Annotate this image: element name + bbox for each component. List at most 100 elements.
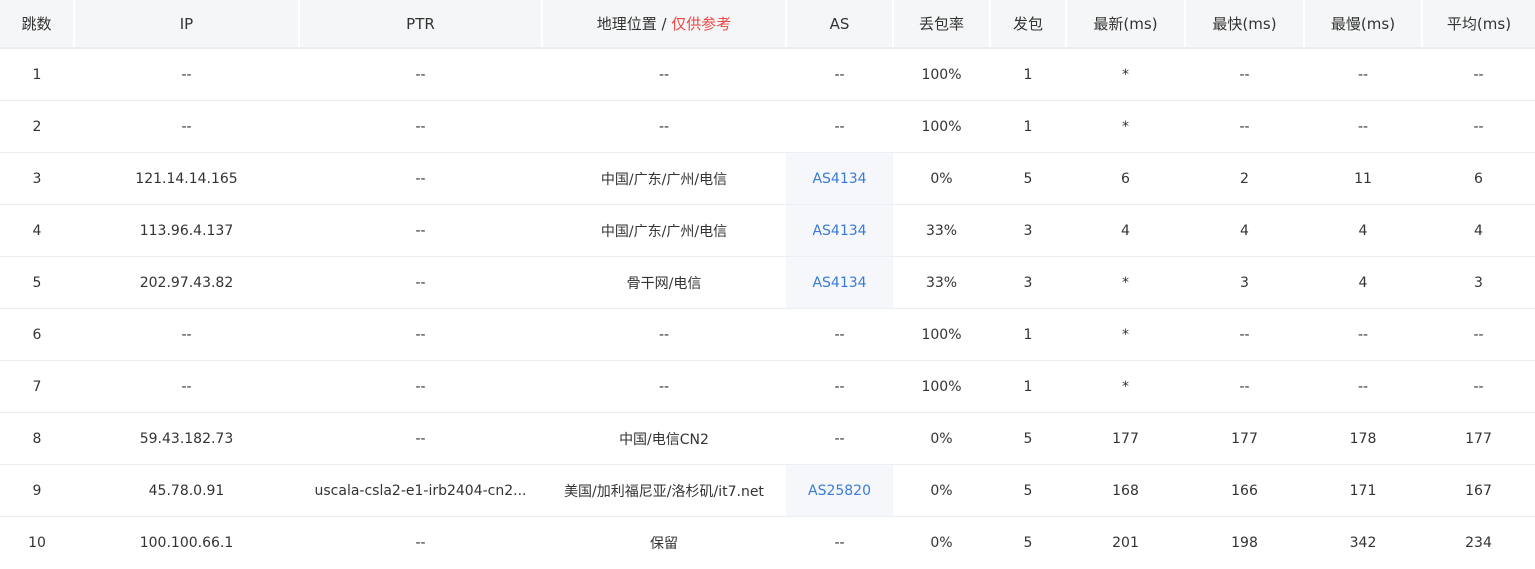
cell-hop: 5: [0, 256, 74, 309]
cell-hop: 10: [28, 534, 46, 551]
cell-as: --: [786, 360, 893, 413]
cell-hop: 1: [0, 48, 74, 101]
cell-loss: 100%: [893, 48, 990, 101]
cell-as: AS4134: [786, 152, 893, 205]
cell-loss: 0%: [930, 534, 953, 551]
cell-best: --: [1185, 360, 1304, 413]
cell-as: --: [786, 48, 893, 101]
cell-ptr: --: [299, 256, 542, 309]
cell-last: *: [1066, 360, 1185, 413]
as-link[interactable]: AS4134: [812, 223, 866, 239]
as-link[interactable]: AS25820: [808, 483, 871, 499]
cell-best: --: [1185, 308, 1304, 361]
cell-best: 198: [1231, 534, 1258, 551]
cell-last: *: [1066, 48, 1185, 101]
table-row: 10 100.100.66.1 -- 保留 -- 0% 5 201 198 342 234: [0, 517, 1535, 569]
cell-geo: 中国/广东/广州/电信: [542, 152, 786, 205]
cell-last: *: [1066, 308, 1185, 361]
cell-hop: 7: [0, 360, 74, 413]
header-loss: 丢包率: [893, 0, 991, 49]
cell-worst: 342: [1349, 534, 1377, 551]
cell-worst: --: [1304, 360, 1422, 413]
cell-worst: 11: [1304, 152, 1422, 205]
cell-hop: 8: [0, 412, 74, 465]
cell-last: *: [1066, 256, 1185, 309]
cell-worst: 4: [1304, 256, 1422, 309]
cell-worst: 4: [1304, 204, 1422, 257]
table-body: 1 -- -- -- -- 100% 1 * -- -- -- 2 -- -- -- -- 100% 1 * -- --…: [0, 48, 1535, 568]
cell-last: *: [1066, 100, 1185, 153]
cell-best: 4: [1185, 204, 1304, 257]
cell-last: 168: [1066, 464, 1185, 517]
cell-ip: 100.100.66.1: [139, 534, 234, 551]
cell-ptr: --: [299, 100, 542, 153]
cell-geo: --: [542, 308, 786, 361]
cell-sent: 1: [990, 48, 1066, 101]
cell-best: --: [1185, 100, 1304, 153]
header-as: AS: [786, 0, 894, 49]
cell-geo: 中国/广东/广州/电信: [542, 204, 786, 257]
cell-avg: --: [1422, 48, 1535, 101]
table-row: 8 59.43.182.73 -- 中国/电信CN2 -- 0% 5 177 177 178 177: [0, 412, 1535, 465]
cell-last: 6: [1066, 152, 1185, 205]
cell-sent: 3: [990, 204, 1066, 257]
as-value: --: [834, 378, 845, 395]
table-row: 9 45.78.0.91 uscala-csla2-e1-irb2404-cn2..…: [0, 464, 1535, 517]
cell-as: AS4134: [786, 204, 893, 257]
cell-as: --: [786, 412, 893, 465]
cell-best: 166: [1185, 464, 1304, 517]
cell-worst: 178: [1304, 412, 1422, 465]
cell-sent: 1: [990, 100, 1066, 153]
header-geo: 地理位置 / 仅供参考: [542, 0, 787, 49]
cell-hop: 9: [0, 464, 74, 517]
cell-loss: 33%: [893, 204, 990, 257]
cell-avg: 4: [1422, 204, 1535, 257]
cell-hop: 2: [0, 100, 74, 153]
as-link[interactable]: AS4134: [812, 275, 866, 291]
as-link[interactable]: AS4134: [812, 171, 866, 187]
cell-avg: --: [1422, 308, 1535, 361]
cell-loss: 100%: [893, 308, 990, 361]
cell-last: 4: [1066, 204, 1185, 257]
cell-geo: 美国/加利福尼亚/洛杉矶/it7.net: [542, 464, 786, 517]
cell-loss: 100%: [893, 100, 990, 153]
table-row: 5 202.97.43.82 -- 骨干网/电信 AS4134 33% 3 * 3 4 3: [0, 256, 1535, 309]
cell-ptr: --: [415, 534, 426, 551]
header-geo-note: 仅供参考: [671, 15, 732, 33]
cell-geo: 中国/电信CN2: [542, 412, 786, 465]
cell-as: --: [786, 308, 893, 361]
cell-ip: --: [74, 100, 299, 153]
cell-ptr: --: [299, 308, 542, 361]
cell-loss: 0%: [893, 152, 990, 205]
cell-hop: 4: [0, 204, 74, 257]
cell-best: 177: [1185, 412, 1304, 465]
header-ip: IP: [74, 0, 300, 49]
cell-avg: 177: [1422, 412, 1535, 465]
cell-sent: 3: [990, 256, 1066, 309]
cell-last: 177: [1066, 412, 1185, 465]
cell-avg: 6: [1422, 152, 1535, 205]
cell-geo: 保留: [650, 535, 678, 552]
cell-ptr: --: [299, 204, 542, 257]
cell-ip: 202.97.43.82: [74, 256, 299, 309]
table-row: 7 -- -- -- -- 100% 1 * -- -- --: [0, 360, 1535, 413]
traceroute-table: 跳数 IP PTR 地理位置 / 仅供参考 AS 丢包率 发包 最新(ms) 最…: [0, 0, 1535, 568]
as-value: --: [834, 326, 845, 343]
cell-sent: 5: [990, 464, 1066, 517]
cell-worst: --: [1304, 48, 1422, 101]
cell-geo: 骨干网/电信: [542, 256, 786, 309]
cell-geo: --: [542, 360, 786, 413]
header-geo-separator: /: [656, 15, 672, 33]
cell-worst: 171: [1304, 464, 1422, 517]
cell-ip: 121.14.14.165: [74, 152, 299, 205]
as-value: --: [834, 534, 845, 551]
cell-loss: 0%: [893, 412, 990, 465]
cell-as: AS25820: [786, 464, 893, 517]
cell-loss: 100%: [893, 360, 990, 413]
header-ptr: PTR: [299, 0, 543, 49]
header-avg: 平均(ms): [1422, 0, 1535, 49]
header-sent: 发包: [990, 0, 1067, 49]
cell-hop: 6: [0, 308, 74, 361]
cell-sent: 5: [990, 152, 1066, 205]
header-geo-label: 地理位置: [596, 15, 657, 33]
